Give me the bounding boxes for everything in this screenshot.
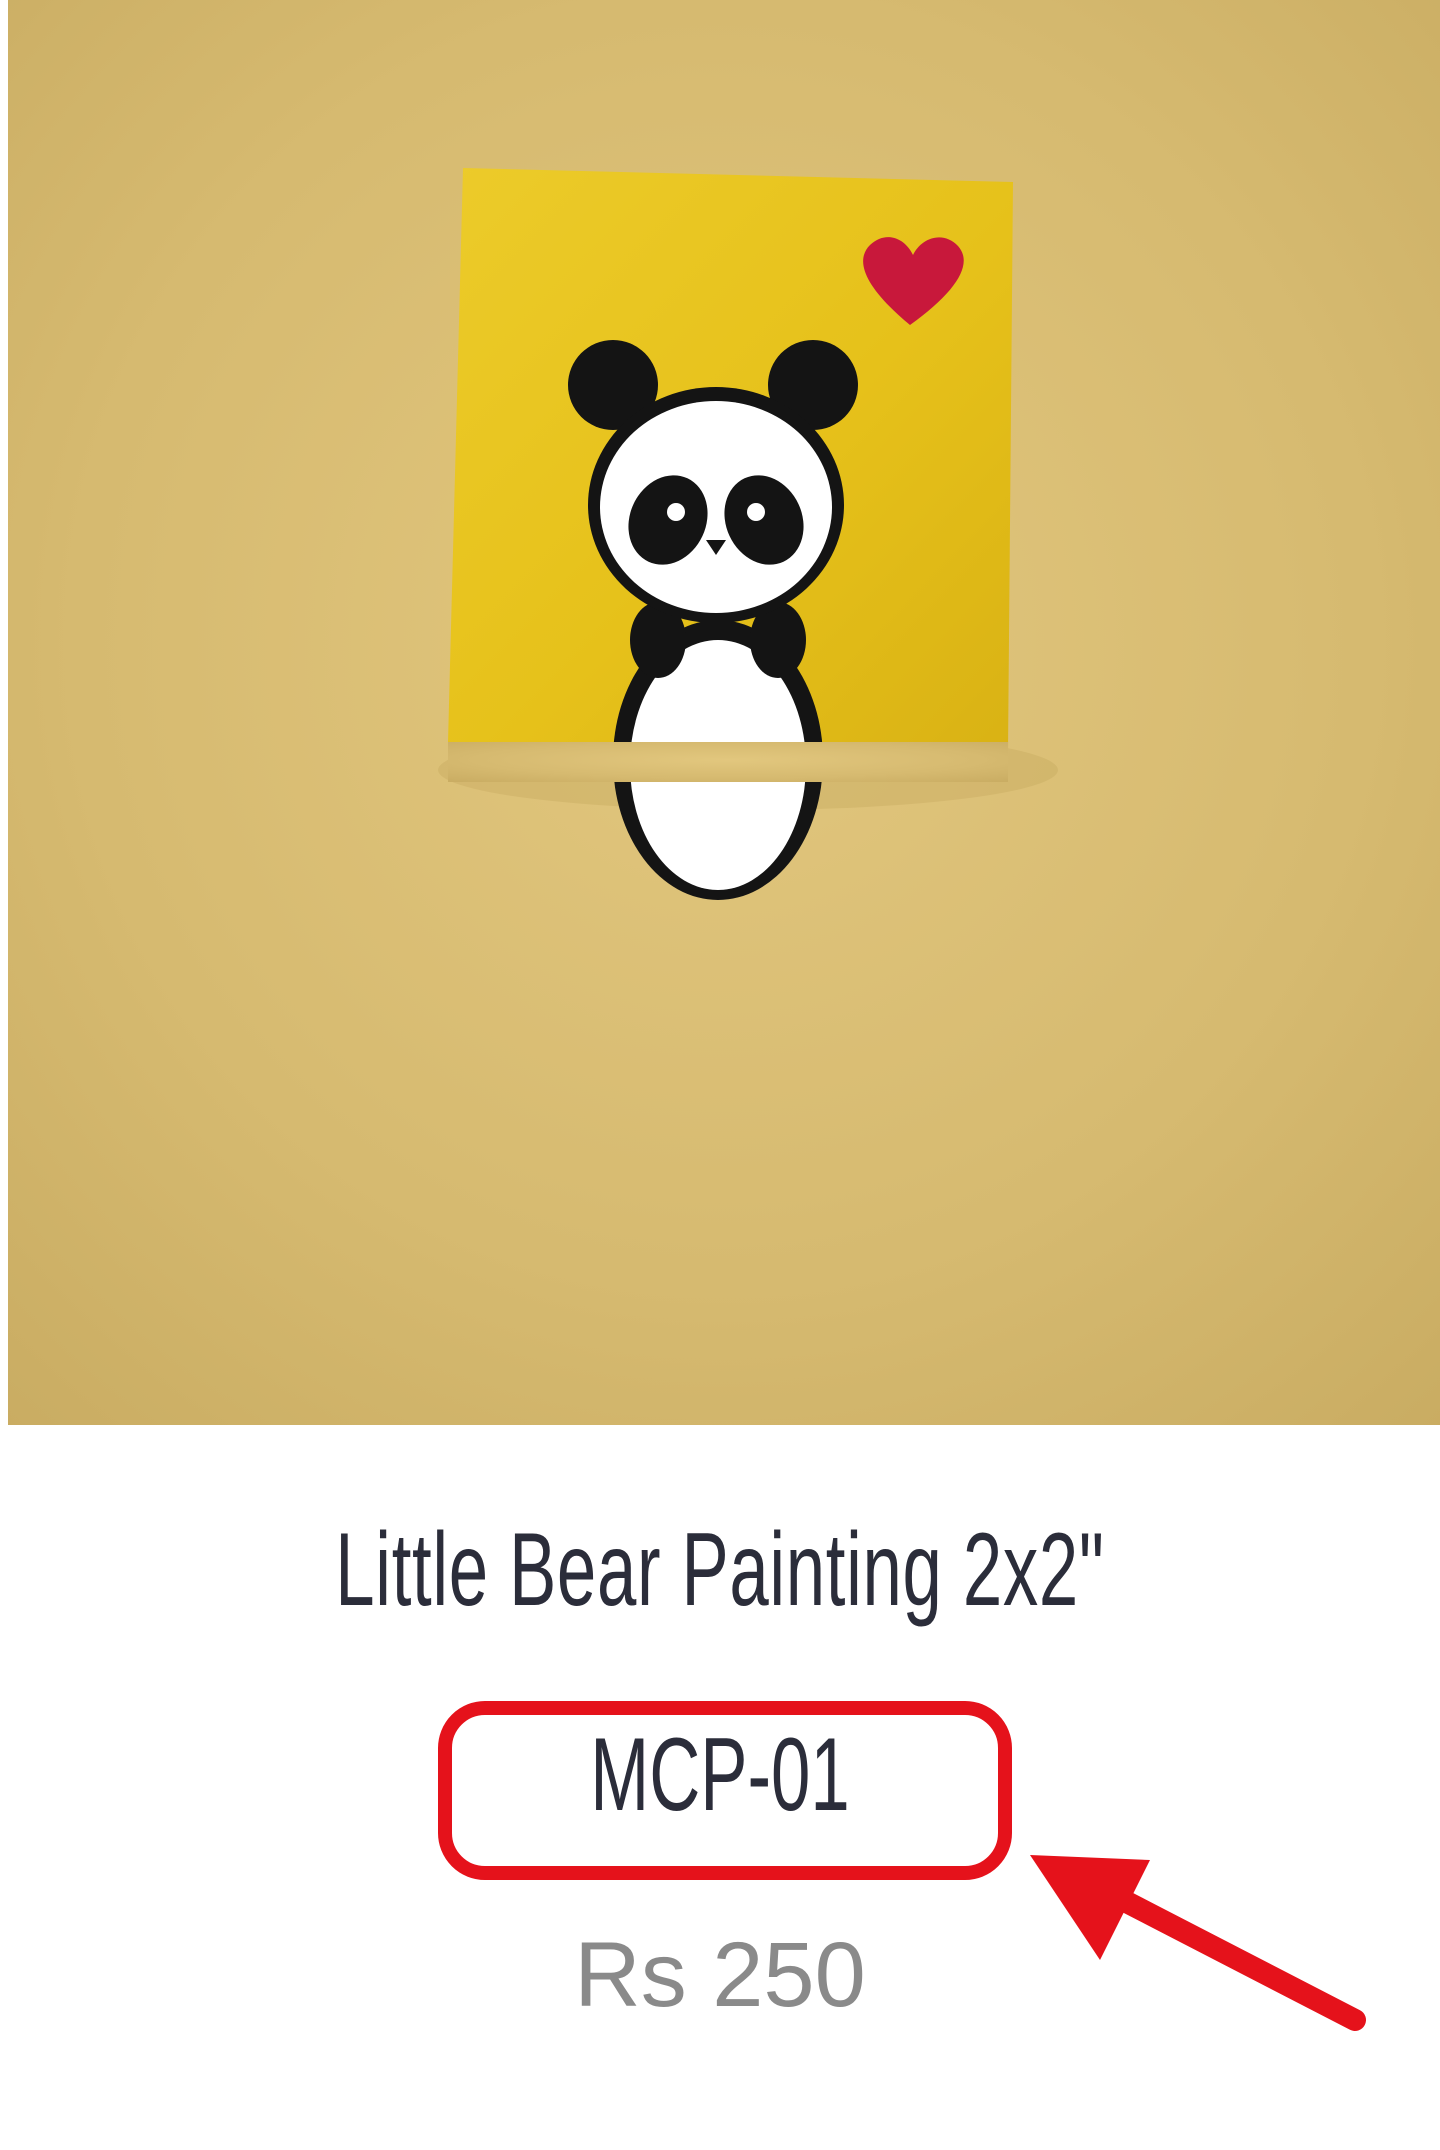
product-title[interactable]: Little Bear Painting 2x2" [230, 1505, 1209, 1635]
product-image[interactable] [8, 0, 1440, 1425]
product-sku: MCP-01 [590, 1717, 850, 1833]
product-price: Rs 250 [574, 1924, 866, 2026]
product-card: Little Bear Painting 2x2" MCP-01 Rs 250 [0, 0, 1440, 2150]
panda-painting-photo [8, 0, 1440, 1425]
